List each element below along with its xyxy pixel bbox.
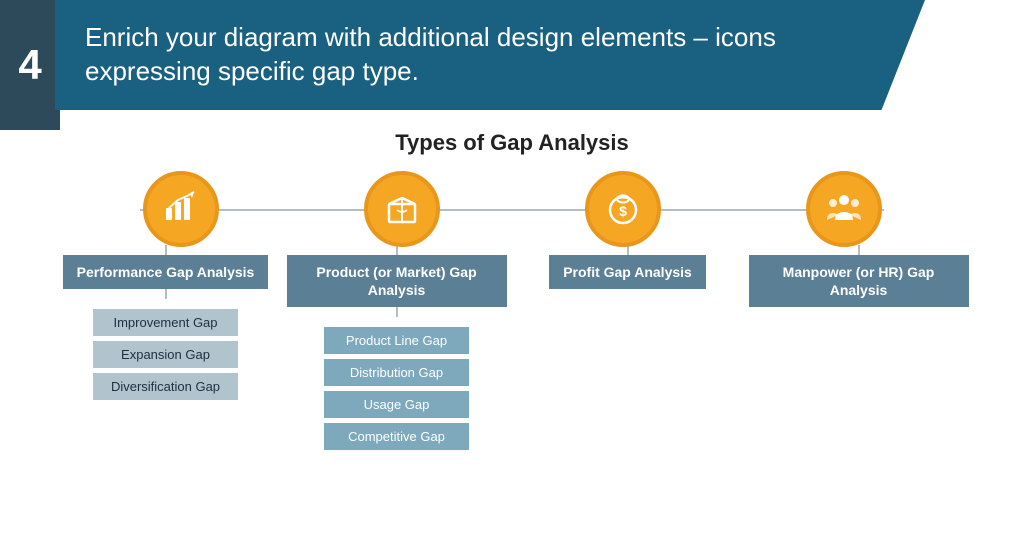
column-profit: Profit Gap Analysis [518,245,738,289]
column-performance: Performance Gap Analysis Improvement Gap… [56,245,276,400]
column-manpower: Manpower (or HR) Gap Analysis [749,245,969,307]
sub-items-performance: Improvement Gap Expansion Gap Diversific… [93,309,238,400]
main-content: Types of Gap Analysis [0,120,1024,554]
list-item: Distribution Gap [324,359,469,386]
column-product: Product (or Market) Gap Analysis Product… [287,245,507,450]
category-manpower: Manpower (or HR) Gap Analysis [749,255,969,307]
list-item: Expansion Gap [93,341,238,368]
coin-icon: $ [604,190,642,228]
category-product: Product (or Market) Gap Analysis [287,255,507,307]
columns-row: Performance Gap Analysis Improvement Gap… [30,245,994,450]
sub-connector-performance [165,289,167,299]
circle-node-profit: $ [585,171,661,247]
circle-performance [143,171,219,247]
list-item: Usage Gap [324,391,469,418]
circle-node-performance [143,171,219,247]
circle-node-product [364,171,440,247]
header-title: Enrich your diagram with additional desi… [85,21,865,89]
chart-icon [162,190,200,228]
list-item: Product Line Gap [324,327,469,354]
category-performance: Performance Gap Analysis [63,255,269,289]
circle-manpower [806,171,882,247]
list-item: Improvement Gap [93,309,238,336]
header-banner: Enrich your diagram with additional desi… [55,0,925,110]
step-badge: 4 [0,0,60,130]
circle-node-manpower [806,171,882,247]
sub-items-product: Product Line Gap Distribution Gap Usage … [324,327,469,450]
category-profit: Profit Gap Analysis [549,255,706,289]
list-item: Competitive Gap [324,423,469,450]
sub-connector-product [396,307,398,317]
box-icon [383,190,421,228]
circles-row: $ [30,171,994,247]
people-icon [825,190,863,228]
diagram: $ [30,171,994,450]
circle-profit: $ [585,171,661,247]
svg-text:$: $ [619,203,627,219]
step-number: 4 [18,41,41,89]
circle-product [364,171,440,247]
section-title: Types of Gap Analysis [30,130,994,156]
list-item: Diversification Gap [93,373,238,400]
